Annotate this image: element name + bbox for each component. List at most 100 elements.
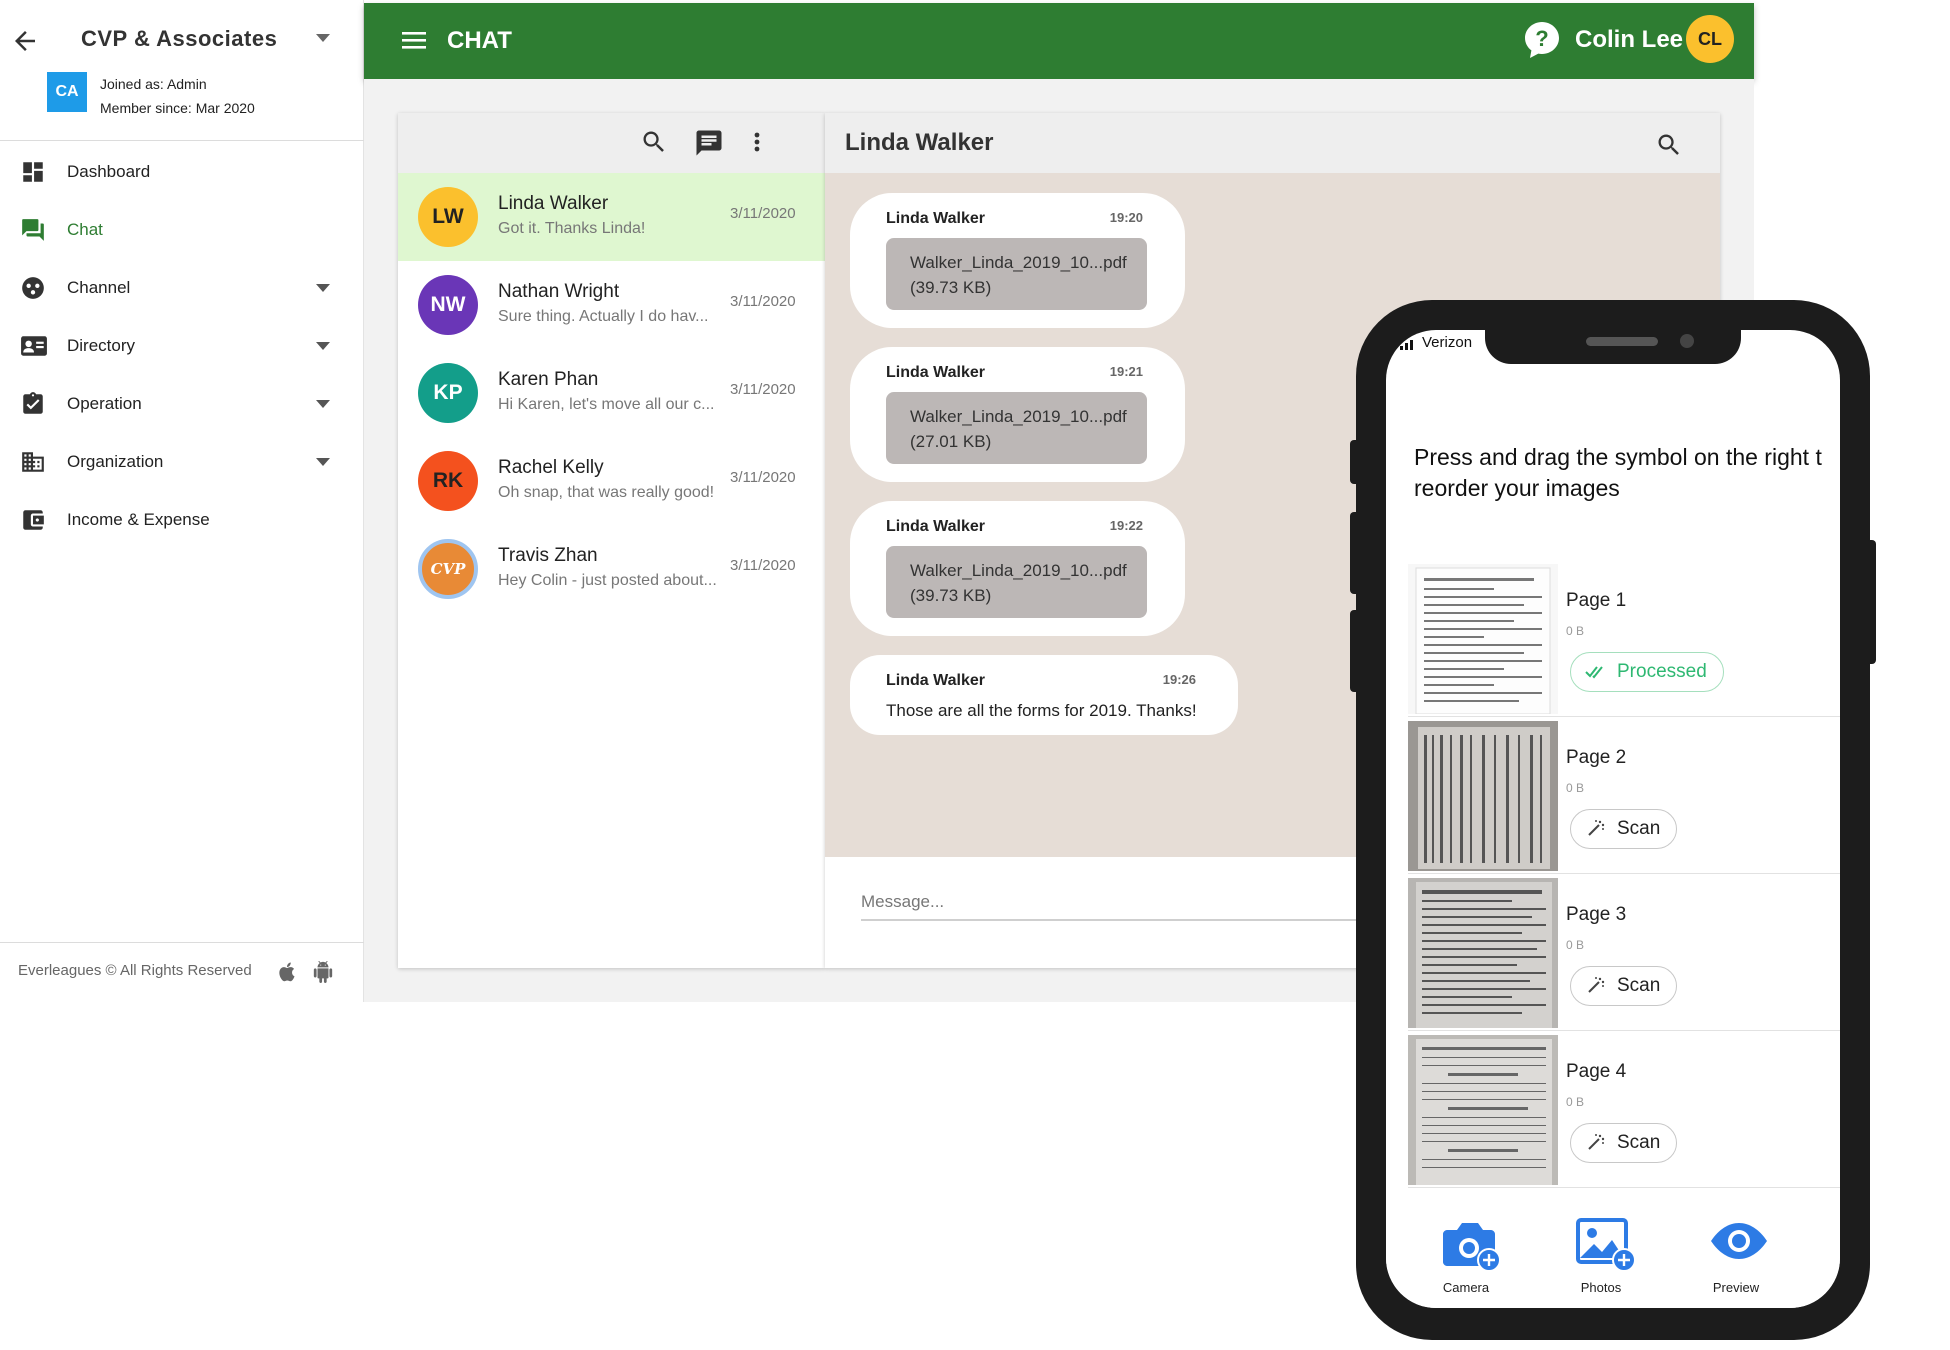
file-size: (27.01 KB) [910, 432, 992, 451]
sidebar-item-channel[interactable]: Channel [0, 260, 364, 316]
scan-label: Scan [1617, 975, 1661, 996]
page-size: 0 B [1566, 1095, 1585, 1109]
page-row[interactable]: Page 4 0 B Scan [1408, 1031, 1840, 1188]
user-avatar[interactable]: CL [1686, 15, 1734, 63]
scan-button[interactable]: Scan [1570, 1123, 1678, 1163]
file-size: (39.73 KB) [910, 278, 992, 297]
sidebar-item-label: Directory [67, 336, 136, 355]
page-row[interactable]: Page 2 0 B Scan [1408, 717, 1840, 874]
photos-add-icon [1574, 1216, 1636, 1272]
channel-icon [20, 275, 46, 301]
file-attachment[interactable]: Walker_Linda_2019_10...pdf (27.01 KB) [886, 392, 1147, 464]
avatar: KP [418, 363, 478, 423]
avatar: RK [418, 451, 478, 511]
member-since-text: Member since: Mar 2020 [100, 100, 255, 116]
sidebar-item-label: Dashboard [67, 162, 151, 181]
sidebar-item-operation[interactable]: Operation [0, 376, 364, 432]
processed-label: Processed [1617, 661, 1707, 682]
new-message-icon[interactable] [694, 128, 724, 158]
sidebar-item-label: Channel [67, 278, 131, 297]
phone-side-button [1866, 540, 1876, 664]
sidebar: CVP & Associates CA Joined as: Admin Mem… [0, 0, 364, 1002]
sidebar-item-income-expense[interactable]: Income & Expense [0, 492, 364, 548]
chat-icon [20, 217, 46, 243]
page-title: CHAT [447, 27, 512, 54]
page-size: 0 B [1566, 938, 1585, 952]
tab-label: Camera [1442, 1280, 1490, 1295]
menu-icon[interactable] [402, 30, 426, 50]
org-switch-caret-icon[interactable] [316, 34, 330, 42]
page-size: 0 B [1566, 624, 1585, 638]
page-label: Page 4 [1566, 1061, 1627, 1082]
double-check-icon [1585, 665, 1605, 679]
conversation-preview: Hey Colin - just posted about... [498, 572, 717, 589]
front-camera [1680, 334, 1694, 348]
conversation-name: Linda Walker [498, 193, 609, 214]
tab-photos[interactable]: Photos [1541, 1208, 1661, 1308]
search-icon[interactable] [640, 128, 668, 156]
sidebar-item-organization[interactable]: Organization [0, 434, 364, 490]
app-header: CHAT ? Colin Lee CL [364, 3, 1754, 79]
user-name[interactable]: Colin Lee [1575, 26, 1683, 54]
sidebar-item-dashboard[interactable]: Dashboard [0, 144, 364, 200]
conversation-name: Nathan Wright [498, 281, 620, 302]
file-name: Walker_Linda_2019_10...pdf [910, 253, 1127, 272]
conversation-item[interactable]: LW Linda Walker Got it. Thanks Linda! 3/… [398, 173, 825, 261]
conversation-preview: Sure thing. Actually I do hav... [498, 308, 709, 325]
page-thumbnail [1408, 721, 1558, 871]
clipboard-check-icon [20, 391, 46, 417]
instructions-line: reorder your images [1414, 475, 1620, 501]
conversation-preview: Hi Karen, let's move all our c... [498, 396, 715, 413]
message-bubble: Linda Walker 19:26 Those are all the for… [850, 655, 1238, 735]
more-vert-icon[interactable] [753, 128, 761, 156]
scan-button[interactable]: Scan [1570, 966, 1678, 1006]
speaker-grille [1586, 337, 1658, 346]
instructions-line: Press and drag the symbol on the right t [1414, 444, 1822, 470]
chevron-down-icon [316, 400, 330, 408]
file-attachment[interactable]: Walker_Linda_2019_10...pdf (39.73 KB) [886, 238, 1147, 310]
conversation-item[interactable]: CVP Travis Zhan Hey Colin - just posted … [398, 525, 825, 613]
conversation-preview: Got it. Thanks Linda! [498, 220, 646, 237]
page-thumbnail [1408, 564, 1558, 714]
message-time: 19:22 [1109, 518, 1143, 533]
phone-side-button [1350, 440, 1360, 484]
conversation-date: 3/11/2020 [730, 469, 796, 486]
dashboard-icon [20, 159, 46, 185]
message-bubble: Linda Walker 19:20 Walker_Linda_2019_10.… [850, 193, 1185, 328]
message-sender: Linda Walker [886, 210, 985, 227]
divider [0, 942, 364, 943]
phone-side-button [1350, 610, 1360, 692]
sidebar-item-directory[interactable]: Directory [0, 318, 364, 374]
page-thumbnail [1408, 1035, 1558, 1185]
scan-button[interactable]: Scan [1570, 809, 1678, 849]
message-sender: Linda Walker [886, 672, 985, 689]
sidebar-item-chat[interactable]: Chat [0, 202, 364, 258]
message-bubble: Linda Walker 19:21 Walker_Linda_2019_10.… [850, 347, 1185, 482]
camera-add-icon [1439, 1216, 1501, 1272]
carrier-label: Verizon [1422, 334, 1473, 351]
processed-button[interactable]: Processed [1570, 652, 1724, 692]
conversation-item[interactable]: KP Karen Phan Hi Karen, let's move all o… [398, 349, 825, 437]
help-icon[interactable]: ? [1524, 21, 1560, 59]
tab-preview[interactable]: Preview [1676, 1208, 1796, 1308]
organization-name[interactable]: CVP & Associates [81, 26, 277, 52]
message-time: 19:26 [1162, 672, 1196, 687]
conversation-item[interactable]: RK Rachel Kelly Oh snap, that was really… [398, 437, 825, 525]
back-arrow-icon[interactable] [10, 26, 40, 56]
android-icon[interactable] [312, 960, 334, 984]
conversation-preview: Oh snap, that was really good! [498, 484, 715, 501]
search-icon[interactable] [1655, 131, 1683, 159]
conversation-name: Travis Zhan [498, 545, 598, 566]
sidebar-item-label: Operation [67, 394, 142, 413]
conversation-item[interactable]: NW Nathan Wright Sure thing. Actually I … [398, 261, 825, 349]
file-attachment[interactable]: Walker_Linda_2019_10...pdf (39.73 KB) [886, 546, 1147, 618]
apple-icon[interactable] [276, 960, 298, 984]
tab-camera[interactable]: Camera [1406, 1208, 1526, 1308]
avatar: CVP [418, 539, 478, 599]
phone-screen: Verizon Press and drag the symbol on the… [1386, 330, 1840, 1308]
joined-as-text: Joined as: Admin [100, 76, 207, 92]
page-row[interactable]: Page 1 0 B Processed [1408, 560, 1840, 717]
phone-notch [1485, 330, 1741, 364]
eye-icon [1709, 1216, 1769, 1266]
page-row[interactable]: Page 3 0 B Scan [1408, 874, 1840, 1031]
